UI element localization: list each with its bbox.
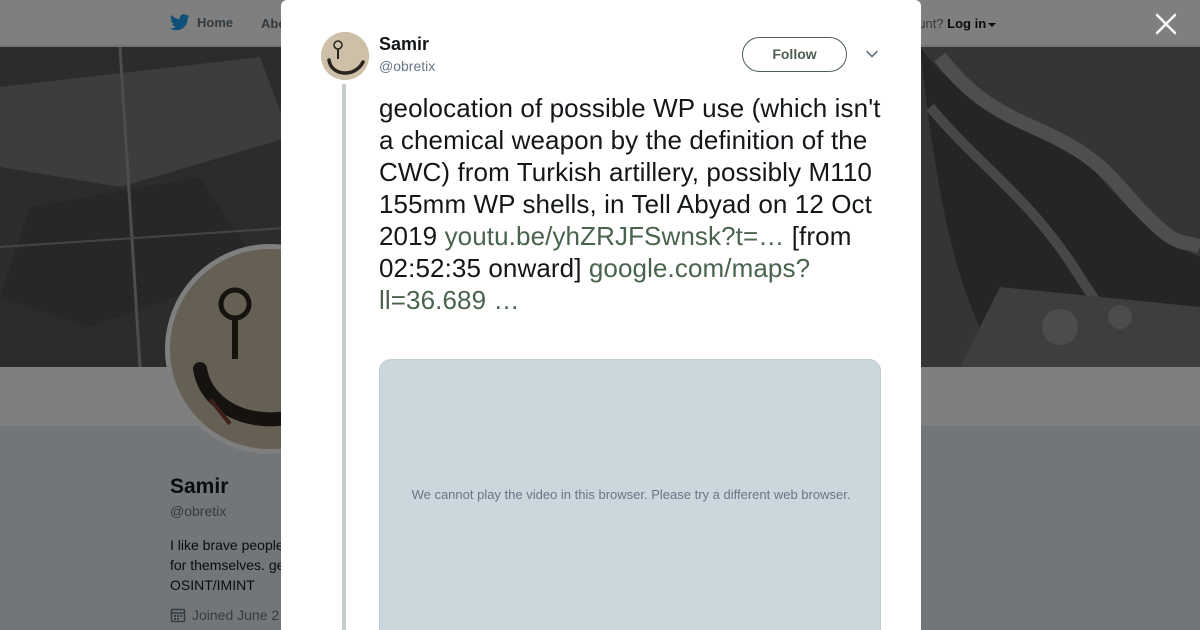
author-handle[interactable]: @obretix bbox=[379, 58, 435, 74]
calligraphy-avatar-image bbox=[321, 32, 369, 80]
author-name[interactable]: Samir bbox=[379, 34, 429, 55]
youtube-link[interactable]: youtu.be/yhZRJFSwnsk?t=… bbox=[445, 221, 785, 251]
close-icon[interactable] bbox=[1154, 12, 1178, 36]
tweet-modal: Samir @obretix Follow geolocation of pos… bbox=[281, 0, 921, 630]
tweet-text: geolocation of possible WP use (which is… bbox=[379, 92, 889, 316]
author-avatar[interactable] bbox=[321, 32, 369, 80]
thread-line bbox=[342, 84, 346, 630]
video-player[interactable]: We cannot play the video in this browser… bbox=[379, 359, 881, 630]
chevron-down-icon[interactable] bbox=[865, 47, 879, 61]
video-error-message: We cannot play the video in this browser… bbox=[411, 487, 851, 502]
follow-button[interactable]: Follow bbox=[742, 37, 847, 72]
